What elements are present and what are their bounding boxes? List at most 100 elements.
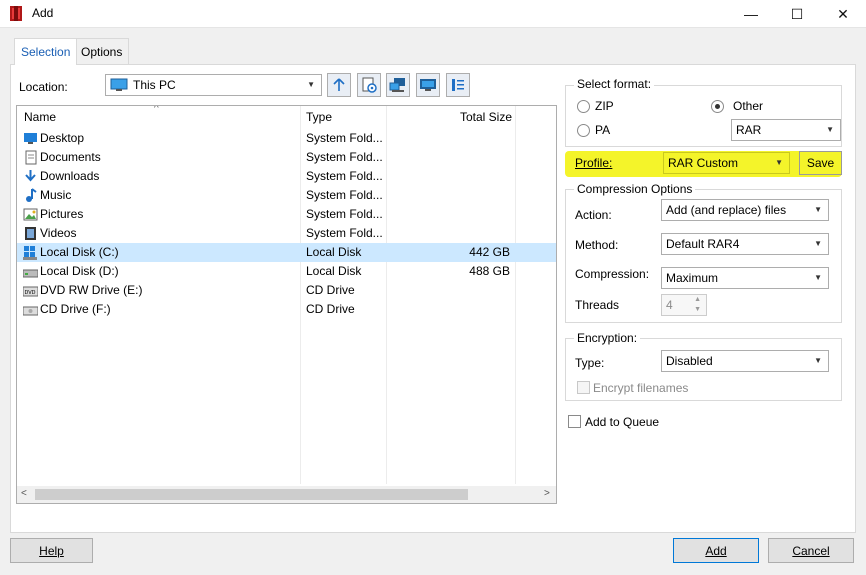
- compression-value: Maximum: [666, 271, 719, 285]
- minimize-icon: —: [744, 6, 758, 22]
- list-item[interactable]: CD Drive (F:) CD Drive: [17, 300, 556, 319]
- up-folder-button[interactable]: [327, 73, 351, 97]
- other-format-value: RAR: [736, 123, 762, 137]
- profile-combo[interactable]: RAR Custom ▼: [663, 152, 790, 174]
- column-header-type[interactable]: Type: [306, 106, 386, 128]
- chevron-down-icon: ▼: [814, 239, 822, 248]
- desktop-button[interactable]: [416, 73, 440, 97]
- sort-ascending-icon: ^: [154, 105, 159, 114]
- folder-settings-icon: [362, 77, 377, 93]
- item-type: CD Drive: [306, 283, 355, 297]
- action-combo[interactable]: Add (and replace) files ▼: [661, 199, 829, 221]
- spinner-arrows-icon[interactable]: ▲ ▼: [694, 295, 701, 315]
- dvd-icon: DVD: [23, 286, 38, 297]
- window-title: Add: [32, 6, 54, 20]
- compression-combo[interactable]: Maximum ▼: [661, 267, 829, 289]
- threads-spinner[interactable]: 4 ▲ ▼: [661, 294, 707, 316]
- close-icon: ✕: [837, 5, 849, 22]
- cancel-button[interactable]: Cancel: [768, 538, 854, 563]
- item-size: 442 GB: [469, 245, 510, 259]
- desktop-icon: [24, 133, 37, 144]
- scrollbar-thumb[interactable]: [35, 489, 468, 500]
- item-name: Local Disk (C:): [40, 245, 119, 259]
- list-item[interactable]: Documents System Fold...: [17, 148, 556, 167]
- item-type: System Fold...: [306, 207, 383, 221]
- location-label: Location:: [19, 80, 68, 94]
- compression-options-title: Compression Options: [574, 182, 696, 196]
- list-item[interactable]: Pictures System Fold...: [17, 205, 556, 224]
- computer-icon: [110, 78, 128, 91]
- encrypt-filenames-checkbox[interactable]: [577, 381, 590, 394]
- title-bar: Add — ☐ ✕: [0, 0, 866, 28]
- encryption-title: Encryption:: [574, 331, 641, 345]
- maximize-button[interactable]: ☐: [774, 0, 820, 28]
- arrow-up-icon: [333, 78, 345, 91]
- videos-icon: [25, 227, 36, 240]
- action-label: Action:: [575, 208, 612, 222]
- column-header-name[interactable]: Name: [24, 106, 304, 128]
- item-type: CD Drive: [306, 302, 355, 316]
- list-item[interactable]: Local Disk (C:) Local Disk 442 GB: [17, 243, 556, 262]
- other-radio[interactable]: [711, 100, 724, 113]
- list-item[interactable]: Music System Fold...: [17, 186, 556, 205]
- column-header-size[interactable]: Total Size: [389, 106, 512, 128]
- maximize-icon: ☐: [790, 5, 804, 22]
- other-format-combo[interactable]: RAR ▼: [731, 119, 841, 141]
- item-name: Music: [40, 188, 72, 202]
- folder-options-button[interactable]: [357, 73, 381, 97]
- item-type: System Fold...: [306, 188, 383, 202]
- item-name: Desktop: [40, 131, 85, 145]
- network-button[interactable]: [386, 73, 410, 97]
- help-button[interactable]: Help: [10, 538, 93, 563]
- item-name: Local Disk (D:): [40, 264, 119, 278]
- action-value: Add (and replace) files: [666, 203, 787, 217]
- zip-label: ZIP: [595, 99, 614, 113]
- close-button[interactable]: ✕: [820, 0, 866, 28]
- other-label: Other: [733, 99, 764, 113]
- method-label: Method:: [575, 238, 619, 252]
- location-value: This PC: [133, 78, 176, 92]
- threads-value: 4: [666, 298, 673, 312]
- list-item[interactable]: Downloads System Fold...: [17, 167, 556, 186]
- add-to-queue-checkbox[interactable]: [568, 415, 581, 428]
- method-combo[interactable]: Default RAR4 ▼: [661, 233, 829, 255]
- list-item[interactable]: Local Disk (D:) Local Disk 488 GB: [17, 262, 556, 281]
- pa-label: PA: [595, 123, 611, 137]
- item-type: System Fold...: [306, 131, 383, 145]
- location-combo[interactable]: This PC ▼: [105, 74, 322, 96]
- method-value: Default RAR4: [666, 237, 740, 251]
- chevron-down-icon: ▼: [814, 356, 822, 365]
- minimize-button[interactable]: —: [728, 0, 774, 28]
- list-item[interactable]: Videos System Fold...: [17, 224, 556, 243]
- chevron-down-icon: ▼: [775, 158, 783, 167]
- horizontal-scrollbar[interactable]: < >: [17, 486, 556, 503]
- monitor-icon: [420, 79, 436, 91]
- chevron-down-icon: ▼: [814, 205, 822, 214]
- save-profile-button[interactable]: Save: [799, 151, 842, 175]
- documents-icon: [25, 150, 37, 165]
- svg-text:DVD: DVD: [25, 290, 36, 296]
- list-view-icon: [452, 79, 464, 91]
- encryption-type-value: Disabled: [666, 354, 713, 368]
- zip-radio[interactable]: [577, 100, 590, 113]
- file-list[interactable]: Name ^ Type Total Size Desktop System Fol…: [16, 105, 557, 504]
- item-type: System Fold...: [306, 150, 383, 164]
- list-item[interactable]: Desktop System Fold...: [17, 129, 556, 148]
- select-format-title: Select format:: [574, 77, 655, 91]
- encryption-type-combo[interactable]: Disabled ▼: [661, 350, 829, 372]
- item-name: DVD RW Drive (E:): [40, 283, 143, 297]
- encryption-type-label: Type:: [575, 356, 605, 370]
- item-name: CD Drive (F:): [40, 302, 111, 316]
- cd-icon: [23, 306, 38, 316]
- pa-radio[interactable]: [577, 124, 590, 137]
- scroll-right-icon[interactable]: >: [544, 488, 550, 499]
- scroll-left-icon[interactable]: <: [21, 488, 27, 499]
- item-type: System Fold...: [306, 226, 383, 240]
- item-size: 488 GB: [469, 264, 510, 278]
- tab-options[interactable]: Options: [74, 38, 130, 64]
- add-button[interactable]: Add: [673, 538, 759, 563]
- downloads-icon: [25, 170, 36, 182]
- list-item[interactable]: DVD DVD RW Drive (E:) CD Drive: [17, 281, 556, 300]
- tab-selection[interactable]: Selection: [14, 38, 78, 65]
- list-view-button[interactable]: [446, 73, 470, 97]
